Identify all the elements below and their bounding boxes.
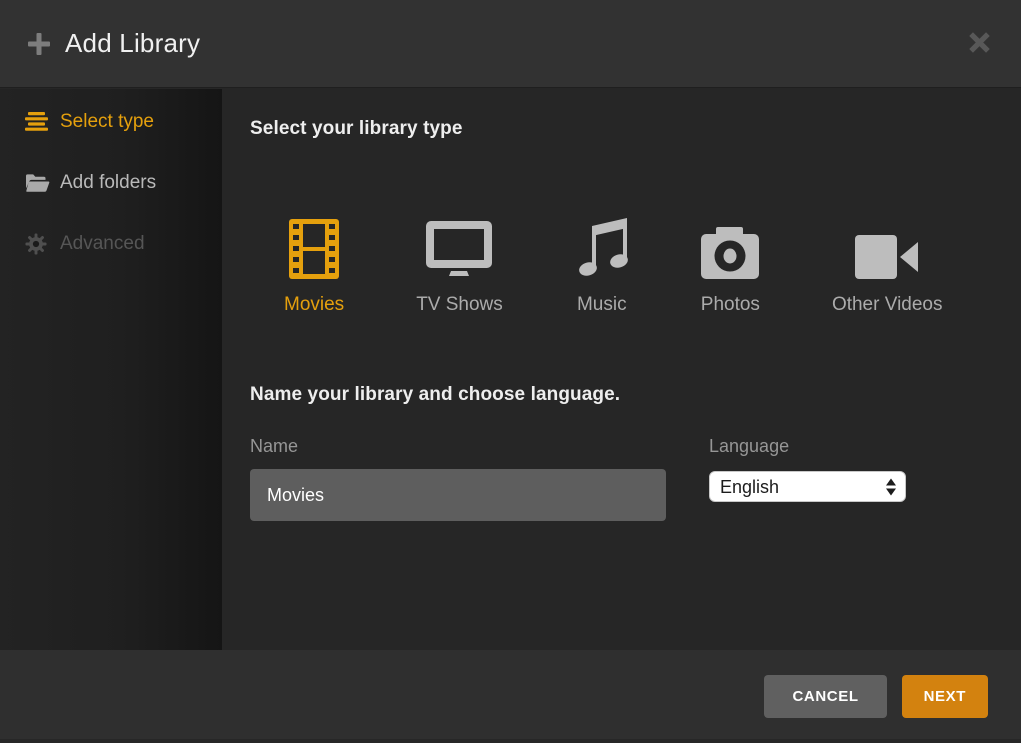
dialog-footer: CANCEL NEXT: [0, 650, 1021, 743]
library-type-tv-shows[interactable]: TV Shows: [416, 213, 503, 316]
library-type-label: Photos: [701, 294, 760, 316]
library-type-row: Movies TV Shows: [284, 213, 943, 316]
film-strip-icon: [289, 213, 339, 279]
close-button[interactable]: [963, 26, 995, 58]
close-icon: [969, 32, 990, 53]
tv-icon: [426, 213, 492, 279]
dialog-body: Select your library type Movies: [222, 89, 1021, 650]
library-type-photos[interactable]: Photos: [701, 213, 760, 316]
name-input[interactable]: [250, 469, 666, 521]
add-library-dialog: Add Library Select type: [0, 0, 1021, 743]
video-camera-icon: [855, 213, 919, 279]
sidebar-item-add-folders[interactable]: Add folders: [0, 152, 222, 213]
list-lines-icon: [25, 112, 51, 131]
library-type-label: Music: [577, 294, 627, 316]
sidebar-item-advanced[interactable]: Advanced: [0, 213, 222, 274]
language-select[interactable]: English: [710, 472, 905, 501]
select-type-heading: Select your library type: [250, 118, 463, 140]
library-type-label: Movies: [284, 294, 344, 316]
camera-icon: [701, 213, 759, 279]
name-label: Name: [250, 436, 298, 457]
gear-icon: [25, 233, 51, 255]
wizard-steps-sidebar: Select type Add folders: [0, 89, 222, 650]
plus-icon: [28, 33, 50, 55]
cancel-button[interactable]: CANCEL: [764, 675, 886, 718]
open-folder-icon: [25, 173, 51, 193]
sidebar-item-label: Select type: [60, 111, 154, 133]
sidebar-item-label: Add folders: [60, 172, 156, 194]
library-type-label: Other Videos: [832, 294, 943, 316]
language-select-wrap: English: [709, 471, 906, 502]
dialog-title: Add Library: [65, 28, 200, 59]
library-type-other-videos[interactable]: Other Videos: [832, 213, 943, 316]
sidebar-item-label: Advanced: [60, 233, 145, 255]
library-type-movies[interactable]: Movies: [284, 213, 344, 316]
music-note-icon: [575, 213, 629, 279]
next-button[interactable]: NEXT: [902, 675, 988, 718]
dialog-header: Add Library: [0, 0, 1021, 88]
library-type-label: TV Shows: [416, 294, 503, 316]
library-type-music[interactable]: Music: [575, 213, 629, 316]
sidebar-item-select-type[interactable]: Select type: [0, 91, 222, 152]
name-language-heading: Name your library and choose language.: [250, 384, 620, 406]
language-label: Language: [709, 436, 789, 457]
